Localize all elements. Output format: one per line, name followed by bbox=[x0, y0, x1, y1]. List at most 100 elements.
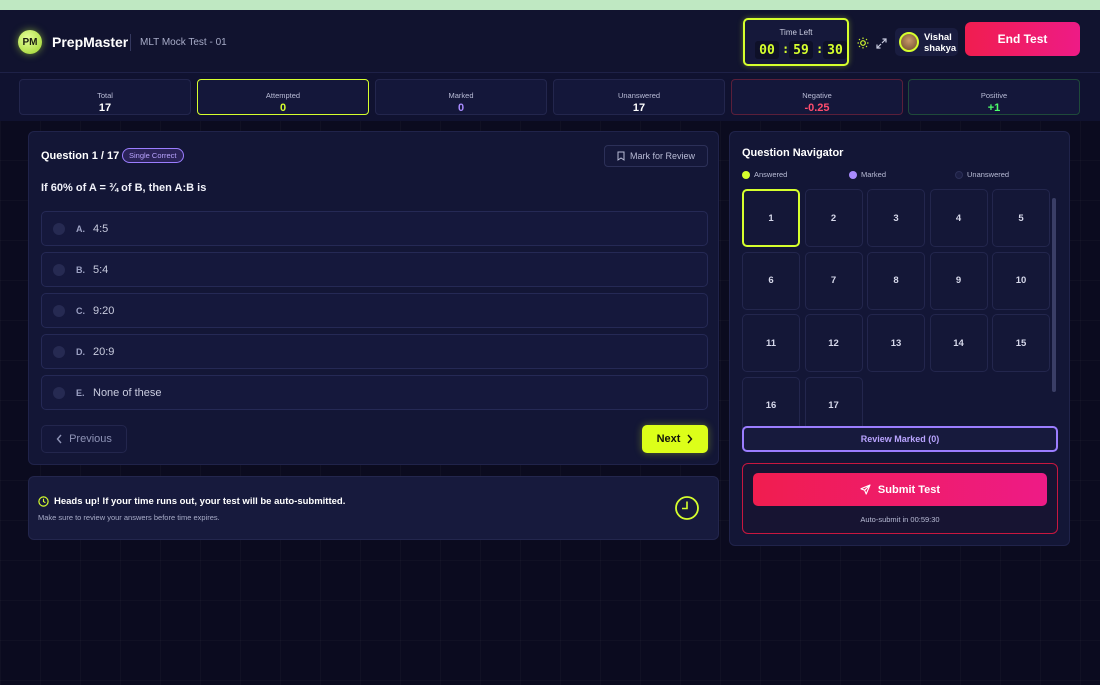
auto-submit-countdown: Auto-submit in 00:59:30 bbox=[860, 515, 940, 524]
question-nav-cell[interactable]: 11 bbox=[742, 314, 800, 372]
fullscreen-icon[interactable] bbox=[873, 35, 889, 51]
stat-label: Marked bbox=[448, 91, 474, 100]
legend-answered: Answered bbox=[742, 170, 787, 179]
option-text: 4:5 bbox=[93, 223, 109, 235]
navigator-scrollbar[interactable] bbox=[1052, 190, 1056, 414]
bookmark-icon bbox=[617, 151, 625, 161]
browser-top-strip bbox=[0, 0, 1100, 10]
question-nav-cell[interactable]: 13 bbox=[867, 314, 925, 372]
option-letter: D. bbox=[76, 347, 85, 357]
review-marked-button[interactable]: Review Marked (0) bbox=[742, 426, 1058, 452]
stat-label: Total bbox=[97, 91, 113, 100]
answer-option[interactable]: A. 4:5 bbox=[41, 211, 708, 246]
question-nav-cell[interactable]: 15 bbox=[992, 314, 1050, 372]
next-label: Next bbox=[656, 433, 681, 445]
stat-card-attempted: Attempted 0 bbox=[197, 79, 369, 115]
stat-label: Negative bbox=[802, 91, 832, 100]
large-clock-icon bbox=[675, 496, 699, 520]
legend-unanswered: Unanswered bbox=[955, 170, 1009, 179]
header-divider bbox=[130, 34, 131, 51]
sun-icon[interactable] bbox=[855, 35, 871, 51]
user-first-name: Vishal bbox=[924, 32, 952, 43]
answer-option[interactable]: D. 20:9 bbox=[41, 334, 708, 369]
option-text: 9:20 bbox=[93, 305, 115, 317]
question-nav-cell[interactable]: 1 bbox=[742, 189, 800, 247]
question-navigator: Question Navigator Answered Marked Unans… bbox=[729, 131, 1070, 546]
submit-panel: Submit Test Auto-submit in 00:59:30 bbox=[742, 463, 1058, 534]
question-text: If 60% of A = ¾ of B, then A:B is bbox=[41, 182, 207, 194]
stat-value: 0 bbox=[279, 102, 287, 114]
submit-test-button[interactable]: Submit Test bbox=[753, 473, 1047, 506]
stats-bar: Total 17 Attempted 0 Marked 0 Unanswered 17 Nega… bbox=[0, 73, 1100, 121]
scrollbar-thumb[interactable] bbox=[1052, 198, 1056, 392]
answered-dot bbox=[742, 170, 750, 179]
stat-card-unanswered: Unanswered 17 bbox=[553, 79, 725, 115]
question-nav-cell[interactable]: 3 bbox=[867, 189, 925, 247]
previous-button[interactable]: Previous bbox=[41, 425, 127, 453]
unanswered-dot bbox=[955, 170, 963, 179]
question-nav-cell[interactable]: 6 bbox=[742, 251, 800, 310]
user-name: Vishal shakya bbox=[924, 32, 956, 54]
stat-value: 0 bbox=[457, 102, 465, 114]
question-panel: Question 1 / 17 Single Correct Mark for … bbox=[28, 131, 719, 465]
radio-button[interactable] bbox=[53, 305, 65, 317]
brand-name: PrepMaster bbox=[52, 34, 129, 50]
user-last-name: shakya bbox=[924, 43, 957, 54]
notice-title: Heads up! If your time runs out, your te… bbox=[54, 496, 346, 507]
option-letter: C. bbox=[76, 306, 85, 316]
question-nav-cell[interactable]: 14 bbox=[929, 314, 988, 372]
question-nav-cell[interactable]: 7 bbox=[804, 251, 863, 310]
user-profile-chip[interactable]: Vishal shakya bbox=[895, 28, 958, 56]
answer-option[interactable]: E. None of these bbox=[41, 375, 708, 410]
question-nav-cell[interactable]: 4 bbox=[929, 189, 988, 247]
question-nav-cell[interactable]: 5 bbox=[992, 189, 1050, 247]
radio-button[interactable] bbox=[53, 387, 65, 399]
timer-seconds: 30 bbox=[823, 41, 847, 59]
question-nav-cell[interactable]: 9 bbox=[929, 251, 988, 310]
brand-logo: PM bbox=[18, 30, 42, 54]
submit-test-label: Submit Test bbox=[877, 483, 941, 496]
radio-button[interactable] bbox=[53, 264, 65, 276]
option-letter: B. bbox=[76, 265, 85, 275]
option-text: 20:9 bbox=[93, 346, 115, 358]
question-number: Question 1 / 17 bbox=[41, 150, 120, 162]
send-icon bbox=[860, 484, 871, 495]
legend-marked: Marked bbox=[849, 170, 886, 179]
notice-subtitle: Make sure to review your answers before … bbox=[38, 513, 220, 522]
stat-label: Positive bbox=[980, 91, 1008, 100]
timer-hours: 00 bbox=[755, 41, 779, 59]
stat-value: +1 bbox=[987, 102, 1001, 114]
stat-value: 17 bbox=[98, 102, 112, 114]
next-button[interactable]: Next bbox=[642, 425, 708, 453]
app-header: PM PrepMaster MLT Mock Test - 01 Time Le… bbox=[0, 10, 1100, 73]
answer-option[interactable]: B. 5:4 bbox=[41, 252, 708, 287]
timer-minutes: 59 bbox=[789, 41, 813, 59]
auto-submit-notice: Heads up! If your time runs out, your te… bbox=[28, 476, 719, 540]
question-nav-cell[interactable]: 8 bbox=[867, 251, 925, 310]
stat-card-negative: Negative -0.25 bbox=[731, 79, 903, 115]
timer-panel: Time Left 00 : 59 : 30 bbox=[743, 18, 849, 66]
option-text: None of these bbox=[93, 387, 162, 399]
end-test-button[interactable]: End Test bbox=[965, 22, 1080, 56]
timer-label: Time Left bbox=[779, 28, 813, 37]
question-nav-cell[interactable]: 10 bbox=[992, 251, 1050, 310]
question-nav-cell[interactable]: 2 bbox=[804, 189, 863, 247]
stat-label: Unanswered bbox=[617, 91, 661, 100]
question-nav-cell[interactable]: 12 bbox=[804, 314, 863, 372]
question-type-badge: Single Correct bbox=[122, 148, 184, 163]
mark-for-review-button[interactable]: Mark for Review bbox=[604, 145, 708, 167]
chevron-left-icon bbox=[56, 434, 62, 444]
option-text: 5:4 bbox=[93, 264, 109, 276]
clock-icon bbox=[38, 496, 49, 507]
answer-option[interactable]: C. 9:20 bbox=[41, 293, 708, 328]
avatar bbox=[899, 32, 919, 52]
chevron-right-icon bbox=[687, 434, 693, 444]
previous-label: Previous bbox=[69, 433, 112, 445]
stat-label: Attempted bbox=[265, 91, 301, 100]
stat-card-total: Total 17 bbox=[19, 79, 191, 115]
test-name: MLT Mock Test - 01 bbox=[140, 37, 227, 48]
radio-button[interactable] bbox=[53, 346, 65, 358]
radio-button[interactable] bbox=[53, 223, 65, 235]
mark-for-review-label: Mark for Review bbox=[629, 151, 695, 161]
stat-card-marked: Marked 0 bbox=[375, 79, 547, 115]
